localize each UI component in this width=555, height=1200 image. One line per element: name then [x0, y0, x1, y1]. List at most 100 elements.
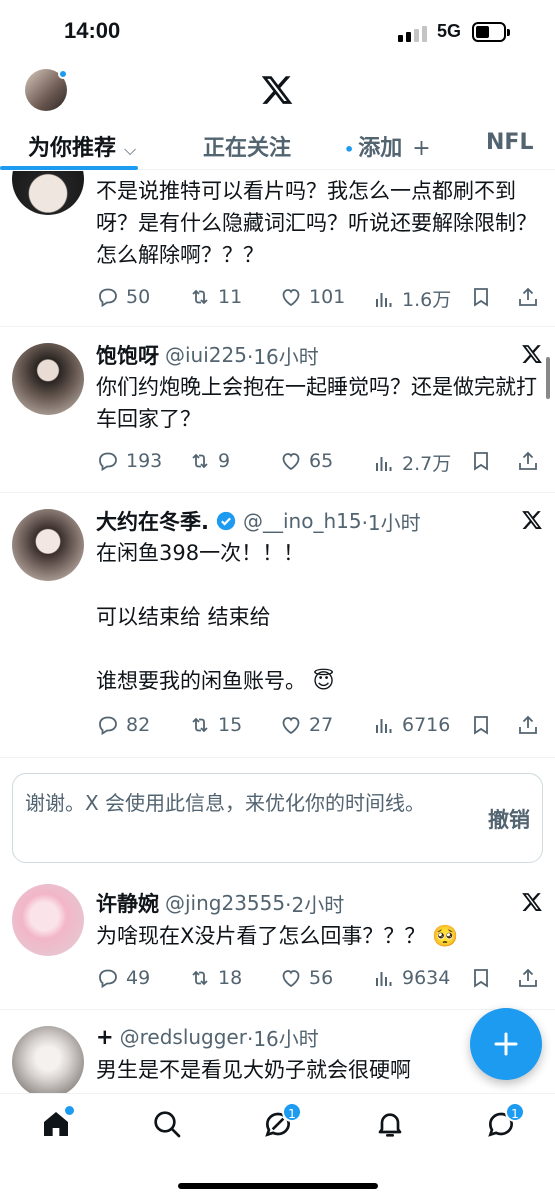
retweet-button[interactable]: 9: [188, 449, 230, 473]
tweet-time: ·16小时: [246, 344, 319, 369]
author-handle[interactable]: @iui225: [165, 343, 247, 367]
avatar[interactable]: [12, 343, 84, 415]
bookmark-button[interactable]: [469, 285, 493, 309]
tweet[interactable]: 大约在冬季. @__ino_h15 ·1小时 在闲鱼398一次！！！ 可以结束给…: [0, 493, 555, 757]
like-button[interactable]: 65: [279, 449, 333, 473]
compose-button[interactable]: [470, 1008, 542, 1080]
avatar[interactable]: [12, 1026, 84, 1093]
author-handle[interactable]: @jing23555: [165, 891, 285, 915]
share-button[interactable]: [516, 713, 540, 737]
plus-icon: [494, 1032, 518, 1056]
x-logo-icon: [522, 511, 542, 529]
reply-icon: [99, 716, 117, 736]
active-tab-indicator: [0, 166, 138, 170]
tab-add[interactable]: • 添加 +: [344, 130, 431, 162]
bookmark-icon: [474, 969, 488, 988]
tweet[interactable]: 饱饱呀 @iui225 ·16小时 你们约炮晚上会抱在一起睡觉吗？还是做完就打车…: [0, 327, 555, 493]
views-button[interactable]: 2.7万: [372, 449, 451, 476]
x-logo-icon: [522, 893, 542, 911]
tweet-header: 饱饱呀 @iui225 ·16小时: [96, 340, 543, 370]
grok-badge: 1: [282, 1102, 302, 1122]
reply-button[interactable]: 49: [96, 966, 150, 990]
author-name[interactable]: 饱饱呀: [96, 340, 159, 370]
author-name[interactable]: 许静婉: [96, 888, 159, 918]
status-time: 14:00: [64, 18, 121, 43]
nav-grok[interactable]: 1: [262, 1102, 302, 1140]
share-button[interactable]: [516, 449, 540, 473]
reply-button[interactable]: 50: [96, 285, 150, 309]
views-button[interactable]: 6716: [372, 713, 450, 737]
x-logo-icon: [261, 76, 293, 104]
timeline-tabs: 为你推荐 ⌵ 正在关注 • 添加 + NFL: [0, 118, 555, 170]
signal-icon: [398, 26, 427, 42]
network-type: 5G: [437, 21, 462, 41]
tweet-actions: 193 9 65 2.7万: [96, 449, 542, 479]
bookmark-button[interactable]: [469, 449, 493, 473]
tweet-text: 为啥现在X没片看了怎么回事？？？ 🥺: [96, 924, 459, 948]
feedback-message: 谢谢。X 会使用此信息，来优化你的时间线。: [25, 791, 426, 815]
tab-nfl[interactable]: NFL: [486, 130, 533, 155]
author-handle[interactable]: @redslugger: [120, 1025, 247, 1049]
avatar[interactable]: [12, 509, 84, 581]
scrollbar[interactable]: [546, 357, 550, 399]
home-indicator[interactable]: [178, 1183, 378, 1189]
views-button[interactable]: 9634: [372, 966, 450, 990]
tweet[interactable]: 许静婉 @jing23555 ·2小时 为啥现在X没片看了怎么回事？？？ 🥺 4…: [0, 868, 555, 1010]
bookmark-button[interactable]: [469, 713, 493, 737]
reply-button[interactable]: 193: [96, 449, 162, 473]
notification-dot: [65, 1106, 74, 1115]
chevron-down-icon[interactable]: ⌵: [124, 140, 136, 159]
unread-dot: •: [344, 140, 355, 159]
tweet-text: 在闲鱼398一次！！！ 可以结束给 结束给 谁想要我的闲鱼账号。 😇: [96, 541, 335, 693]
views-button[interactable]: 1.6万: [372, 285, 451, 312]
retweet-icon: [192, 970, 208, 986]
tweet-actions: 50 11 101 1.6万: [96, 285, 542, 315]
share-icon: [519, 968, 537, 987]
nav-search[interactable]: [151, 1108, 183, 1140]
reply-icon: [99, 452, 117, 472]
bookmark-icon: [474, 452, 488, 471]
author-name[interactable]: 大约在冬季.: [96, 506, 209, 536]
tab-following[interactable]: 正在关注: [203, 130, 291, 162]
author-handle[interactable]: @__ino_h15: [243, 509, 362, 533]
tweet-header: 许静婉 @jing23555 ·2小时: [96, 888, 543, 918]
undo-button[interactable]: 撤销: [488, 804, 530, 834]
heart-icon: [282, 289, 300, 307]
retweet-button[interactable]: 11: [188, 285, 242, 309]
retweet-icon: [192, 717, 208, 733]
share-button[interactable]: [516, 285, 540, 309]
like-button[interactable]: 101: [279, 285, 345, 309]
retweet-button[interactable]: 15: [188, 713, 242, 737]
heart-icon: [282, 717, 300, 735]
nav-messages[interactable]: 1: [485, 1102, 525, 1140]
author-name[interactable]: +: [96, 1025, 114, 1049]
search-icon: [154, 1111, 181, 1138]
profile-avatar[interactable]: [25, 69, 68, 111]
battery-icon: [472, 22, 510, 42]
tweet-time: ·1小时: [361, 510, 421, 535]
notifications-icon: [378, 1113, 402, 1137]
bookmark-button[interactable]: [469, 966, 493, 990]
timeline-feed[interactable]: 不是说推特可以看片吗？我怎么一点都刷不到呀？是有什么隐藏词汇吗？听说还要解除限制…: [0, 171, 555, 1093]
nav-notifications[interactable]: [374, 1108, 406, 1140]
retweet-icon: [192, 289, 208, 305]
views-icon: [376, 972, 392, 986]
tweet[interactable]: 不是说推特可以看片吗？我怎么一点都刷不到呀？是有什么隐藏词汇吗？听说还要解除限制…: [0, 171, 555, 327]
reply-button[interactable]: 82: [96, 713, 150, 737]
tab-for-you[interactable]: 为你推荐 ⌵: [28, 130, 136, 162]
notification-dot: [58, 69, 68, 79]
nav-home[interactable]: [40, 1106, 74, 1140]
like-button[interactable]: 56: [279, 966, 333, 990]
avatar[interactable]: [12, 171, 84, 215]
x-logo-icon: [522, 345, 542, 363]
avatar[interactable]: [12, 884, 84, 956]
share-icon: [519, 287, 537, 306]
tweet-text: 你们约炮晚上会抱在一起睡觉吗？还是做完就打车回家了？: [96, 375, 537, 431]
retweet-button[interactable]: 18: [188, 966, 242, 990]
plus-icon: +: [412, 136, 431, 161]
tweet-actions: 82 15 27 6716: [96, 713, 542, 743]
tweet-text: 不是说推特可以看片吗？我怎么一点都刷不到呀？是有什么隐藏词汇吗？听说还要解除限制…: [96, 179, 537, 267]
share-button[interactable]: [516, 966, 540, 990]
bookmark-icon: [474, 716, 488, 735]
like-button[interactable]: 27: [279, 713, 333, 737]
